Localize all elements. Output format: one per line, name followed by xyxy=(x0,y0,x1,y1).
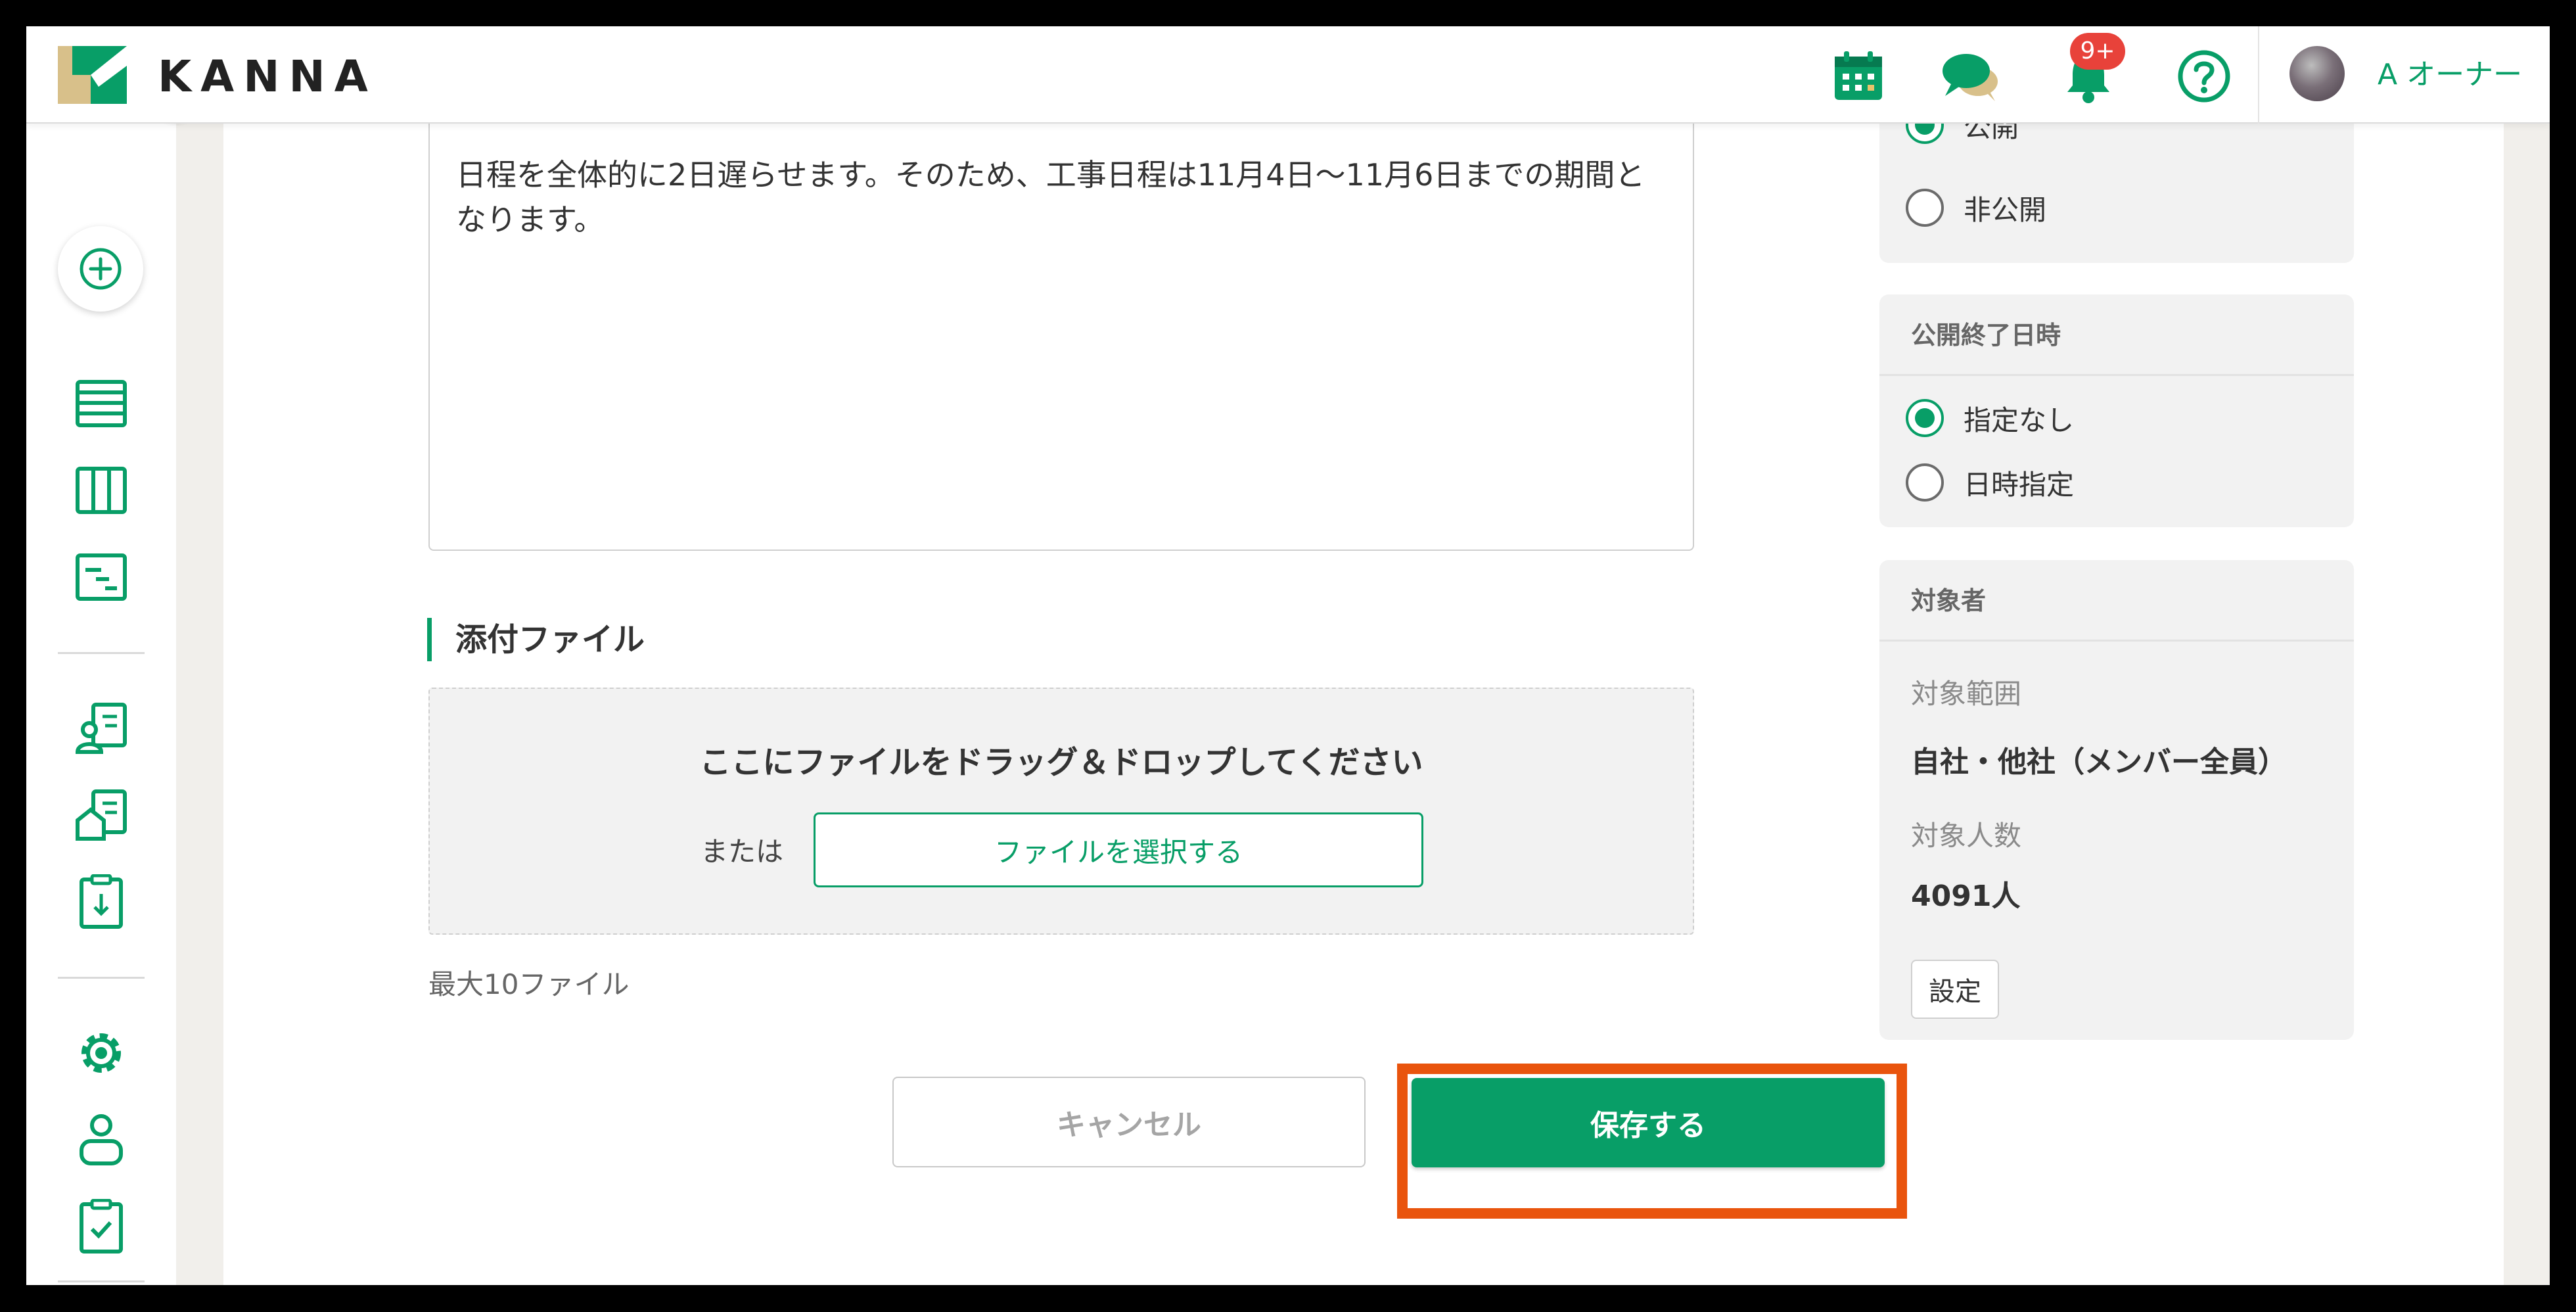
calendar-icon[interactable] xyxy=(1827,45,1890,108)
add-button[interactable] xyxy=(58,226,143,312)
main-content: 日程を全体的に2日遅らせます。そのため、工事日程は11月4日〜11月6日までの期… xyxy=(223,124,2504,1285)
dropzone-instruction: ここにファイルをドラッグ＆ドロップしてください xyxy=(699,744,1423,781)
gantt-icon[interactable] xyxy=(70,546,133,609)
clipboard-check-icon[interactable] xyxy=(70,1195,133,1258)
radio-no-end-date-indicator[interactable] xyxy=(1906,399,1944,437)
radio-public-indicator[interactable] xyxy=(1906,124,1944,144)
kanna-logo-icon[interactable] xyxy=(58,46,127,104)
max-files-note: 最大10ファイル xyxy=(428,968,630,1000)
top-header: KANNA 9+ A オーナー xyxy=(26,26,2550,124)
help-icon[interactable] xyxy=(2173,45,2236,108)
clipboard-download-icon[interactable] xyxy=(70,870,133,933)
radio-public[interactable]: 公開 xyxy=(1906,124,2019,145)
end-date-panel-title: 公開終了日時 xyxy=(1879,294,2354,376)
list-icon[interactable] xyxy=(70,372,133,435)
cancel-button[interactable]: キャンセル xyxy=(892,1077,1366,1167)
user-avatar[interactable] xyxy=(2289,46,2345,101)
radio-no-end-date[interactable]: 指定なし xyxy=(1906,398,2074,438)
target-count-label: 対象人数 xyxy=(1911,820,2022,852)
header-divider xyxy=(2258,26,2259,124)
attachments-section-title: 添付ファイル xyxy=(427,618,645,661)
sidebar-separator xyxy=(58,977,145,979)
radio-specify-datetime-label: 日時指定 xyxy=(1964,468,2075,501)
board-icon[interactable] xyxy=(70,459,133,522)
radio-private-indicator[interactable] xyxy=(1906,189,1944,227)
left-sidebar xyxy=(26,124,176,1285)
customer-card-icon[interactable] xyxy=(70,697,133,760)
save-button[interactable]: 保存する xyxy=(1412,1078,1885,1167)
target-settings-button[interactable]: 設定 xyxy=(1911,960,1999,1019)
file-dropzone[interactable]: ここにファイルをドラッグ＆ドロップしてください または ファイルを選択する xyxy=(428,688,1694,935)
radio-private-label: 非公開 xyxy=(1964,193,2047,226)
notification-badge: 9+ xyxy=(2070,33,2125,70)
add-icon xyxy=(80,248,122,290)
settings-icon[interactable] xyxy=(70,1021,133,1085)
target-range-label: 対象範囲 xyxy=(1911,678,2022,710)
radio-specify-datetime-indicator[interactable] xyxy=(1906,463,1944,502)
sidebar-separator xyxy=(58,652,145,654)
radio-specify-datetime[interactable]: 日時指定 xyxy=(1906,463,2074,502)
logo-text[interactable]: KANNA xyxy=(158,54,377,100)
radio-private[interactable]: 非公開 xyxy=(1906,188,2046,227)
target-count-value: 4091人 xyxy=(1911,879,2021,913)
select-file-button[interactable]: ファイルを選択する xyxy=(814,812,1423,887)
end-date-panel: 公開終了日時 指定なし 日時指定 xyxy=(1879,294,2354,527)
visibility-panel: 公開 非公開 xyxy=(1879,124,2354,263)
house-card-icon[interactable] xyxy=(70,784,133,847)
person-icon[interactable] xyxy=(70,1108,133,1171)
app-window: KANNA 9+ A オーナー 日程を全体的に2日遅らせます。そのため、工事日程… xyxy=(26,26,2550,1285)
target-panel-title: 対象者 xyxy=(1879,560,2354,642)
radio-no-end-date-label: 指定なし xyxy=(1964,404,2075,436)
message-body-textarea[interactable]: 日程を全体的に2日遅らせます。そのため、工事日程は11月4日〜11月6日までの期… xyxy=(428,124,1694,551)
chat-icon[interactable] xyxy=(1939,45,2002,108)
radio-public-label: 公開 xyxy=(1964,124,2019,143)
sidebar-separator xyxy=(58,1280,145,1282)
target-range-value: 自社・他社（メンバー全員） xyxy=(1911,745,2287,779)
user-name[interactable]: A オーナー xyxy=(2378,57,2522,93)
dropzone-or-text: または xyxy=(701,835,784,868)
target-panel: 対象者 対象範囲 自社・他社（メンバー全員） 対象人数 4091人 設定 xyxy=(1879,560,2354,1040)
